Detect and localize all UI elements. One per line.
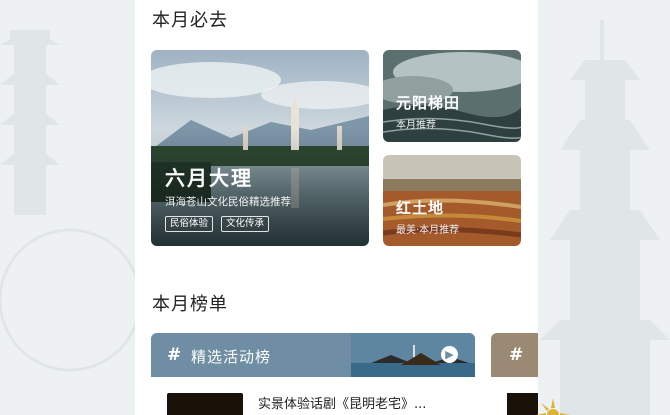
card-yuanyang-terraces[interactable]: 元阳梯田 本月推荐 — [383, 50, 521, 142]
item-thumbnail — [167, 393, 243, 415]
card-yuanyang-title: 元阳梯田 — [396, 94, 461, 112]
hash-icon: # — [509, 345, 524, 365]
ranking-card-activities[interactable]: # 精选活动榜 ▶ 实景体验话剧《昆明老宅》... — [151, 333, 475, 415]
card-red-earth-title: 红土地 — [396, 199, 445, 217]
card-yuanyang-subtitle: 本月推荐 — [396, 120, 436, 131]
section-title-must-go: 本月必去 — [152, 10, 228, 31]
chevron-right-icon[interactable]: ▶ — [441, 346, 458, 363]
section-title-ranking: 本月榜单 — [152, 294, 228, 315]
item-thumbnail — [507, 393, 538, 415]
ranking-item-title[interactable]: 实景体验话剧《昆明老宅》... — [258, 393, 426, 412]
hash-icon: # — [167, 345, 182, 365]
sun-decoration-icon — [536, 398, 570, 415]
tag-cultural-heritage[interactable]: 文化传承 — [221, 216, 270, 232]
tag-folk-experience[interactable]: 民俗体验 — [165, 216, 214, 232]
content-panel: 本月必去 六月大理 洱海苍山文化民俗精选推荐 民俗体验 文化传承 元阳梯田 本月… — [135, 0, 538, 415]
card-red-earth[interactable]: 红土地 最美·本月推荐 — [383, 155, 521, 246]
ranking-list-label: 精选活动榜 — [191, 348, 272, 366]
ranking-card-second[interactable]: # — [491, 333, 538, 415]
pagoda-background-left — [0, 30, 140, 372]
featured-subtitle: 洱海苍山文化民俗精选推荐 — [165, 196, 291, 208]
ranking-card-header: # 精选活动榜 ▶ — [151, 333, 475, 377]
ranking-card-second-header: # — [491, 333, 538, 377]
pagoda-background-right — [540, 20, 670, 415]
featured-card-dali[interactable]: 六月大理 洱海苍山文化民俗精选推荐 民俗体验 文化传承 — [151, 50, 369, 246]
card-red-earth-subtitle: 最美·本月推荐 — [396, 225, 460, 236]
featured-title: 六月大理 — [165, 166, 253, 190]
